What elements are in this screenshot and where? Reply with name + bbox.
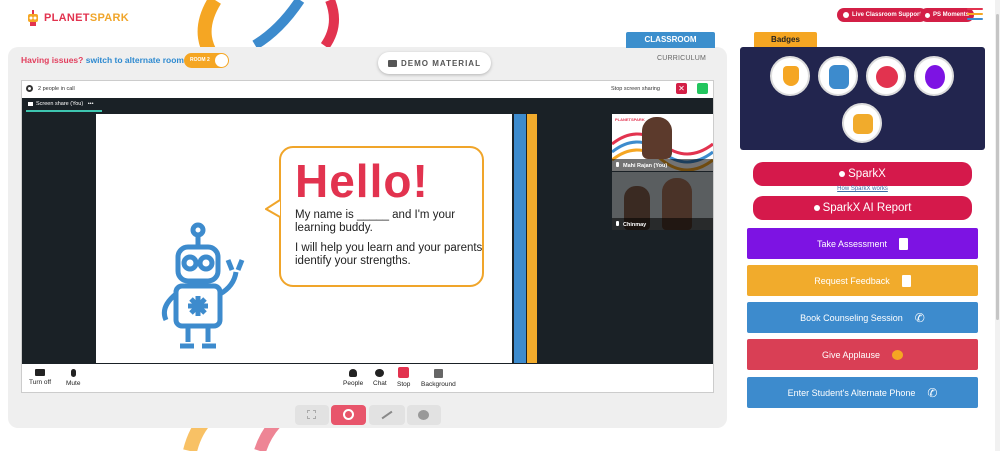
- ps-moments-button[interactable]: PS Moments: [920, 8, 975, 22]
- stop-sharing-close-button[interactable]: ✕: [676, 83, 687, 94]
- sparkx-ai-report-button[interactable]: SparkX AI Report: [753, 196, 972, 220]
- spark-icon: [839, 171, 846, 177]
- slide-blue-stripe: [514, 114, 526, 363]
- chat-button[interactable]: Chat: [373, 369, 387, 387]
- how-sparkx-works-link[interactable]: How SparkX works: [753, 186, 972, 192]
- power-icon: [343, 409, 354, 420]
- moments-icon: [925, 12, 930, 18]
- logo-text-spark: SPARK: [89, 12, 130, 24]
- idea-badge-icon[interactable]: [914, 56, 954, 96]
- logo-text-planet: PLANET: [44, 12, 90, 24]
- bubble-tail: [265, 199, 281, 218]
- star-badge-icon[interactable]: [866, 56, 906, 96]
- folder-icon: [388, 59, 398, 67]
- book-counseling-session-button[interactable]: Book Counseling Session ✆: [747, 302, 978, 333]
- switch-room-link[interactable]: switch to alternate room: [86, 55, 184, 65]
- participant-name-self: Mahi Rajan (You): [612, 159, 713, 171]
- robot-badge-icon[interactable]: [842, 103, 882, 143]
- participant-video-chinmay[interactable]: Chinmay: [612, 172, 713, 230]
- stop-share-button[interactable]: Stop: [397, 367, 410, 388]
- enter-alternate-phone-button[interactable]: Enter Student's Alternate Phone ✆: [747, 377, 978, 408]
- microphone-icon: [70, 369, 76, 377]
- demo-material-button[interactable]: DEMO MATERIAL: [378, 52, 491, 74]
- planetspark-logo[interactable]: PLANETSPARK: [26, 10, 129, 26]
- take-assessment-button[interactable]: Take Assessment: [747, 228, 978, 259]
- clipboard-icon: [899, 237, 909, 250]
- gear-icon[interactable]: [26, 85, 33, 92]
- mute-button[interactable]: Mute: [66, 369, 80, 387]
- mic-icon: [616, 162, 619, 167]
- camera-icon: [35, 369, 46, 376]
- people-in-call-count: 2 people in call: [38, 86, 75, 92]
- turn-off-camera-button[interactable]: Turn off: [29, 369, 51, 386]
- request-feedback-button[interactable]: Request Feedback: [747, 265, 978, 296]
- phone-icon: ✆: [914, 310, 925, 325]
- pen-tool-button[interactable]: [369, 405, 405, 425]
- slide-intro-text: My name is _____ and I'm your learning b…: [295, 209, 483, 267]
- participant-video-self[interactable]: PLANETSPARK Mahi Rajan (You): [612, 114, 713, 171]
- badges-panel: [740, 47, 985, 150]
- alternate-room-notice: Having issues? switch to alternate room: [21, 55, 184, 65]
- menu-hamburger-icon[interactable]: [967, 8, 983, 23]
- badges-tab: Badges: [754, 32, 817, 48]
- support-icon: [843, 12, 849, 18]
- mascot-badge-icon[interactable]: [818, 56, 858, 96]
- stop-share-icon: [398, 367, 410, 378]
- stop-screen-sharing-text: Stop screen sharing: [611, 86, 660, 92]
- screen-share-tab[interactable]: Screen share (You) •••: [26, 98, 102, 112]
- screen-icon: [28, 102, 33, 106]
- screen-share-stage: Screen share (You) ••• Hello! My name is…: [22, 98, 713, 364]
- robot-logo-icon: [28, 10, 38, 26]
- end-class-button[interactable]: [331, 405, 366, 425]
- spark-icon: [813, 205, 820, 211]
- palette-button[interactable]: [407, 405, 441, 425]
- video-call-window: 2 people in call Stop screen sharing ✕ S…: [21, 80, 714, 393]
- slide-orange-stripe: [527, 114, 537, 363]
- robot-mascot-illustration: [161, 222, 245, 349]
- tab-curriculum[interactable]: CURRICULUM: [657, 55, 706, 62]
- participant-name-chinmay: Chinmay: [612, 218, 713, 230]
- tab-classroom[interactable]: CLASSROOM: [626, 32, 715, 48]
- fullscreen-button[interactable]: [295, 405, 329, 425]
- participant-face: [642, 117, 672, 159]
- trophy-badge-icon[interactable]: [770, 56, 810, 96]
- shared-slide: Hello! My name is _____ and I'm your lea…: [96, 114, 537, 363]
- background-button[interactable]: Background: [421, 369, 456, 388]
- clapping-hands-icon: [892, 349, 904, 360]
- mic-icon: [616, 221, 619, 226]
- video-mini-logo: PLANETSPARK: [615, 117, 645, 122]
- pencil-icon: [381, 410, 393, 420]
- give-applause-button[interactable]: Give Applause: [747, 339, 978, 370]
- person-icon: [349, 369, 358, 377]
- chat-bubble-icon: [375, 369, 385, 377]
- phone-icon: ✆: [927, 385, 938, 400]
- page-scrollbar[interactable]: [995, 0, 1000, 451]
- screen-share-tab-bar: Screen share (You) •••: [22, 98, 713, 112]
- document-icon: [901, 274, 911, 287]
- expand-icon: [307, 410, 316, 419]
- palette-icon: [418, 410, 429, 420]
- people-button[interactable]: People: [343, 369, 363, 387]
- share-status-icon[interactable]: [697, 83, 708, 94]
- slide-hello-title: Hello!: [295, 155, 429, 207]
- background-icon: [433, 369, 443, 378]
- live-classroom-support-button[interactable]: Live Classroom Support: [837, 8, 928, 22]
- speech-bubble: Hello! My name is _____ and I'm your lea…: [279, 146, 484, 287]
- call-header: 2 people in call Stop screen sharing ✕: [22, 81, 713, 97]
- room-toggle[interactable]: ROOM 2: [184, 53, 229, 68]
- sparkx-button[interactable]: SparkX: [753, 162, 972, 186]
